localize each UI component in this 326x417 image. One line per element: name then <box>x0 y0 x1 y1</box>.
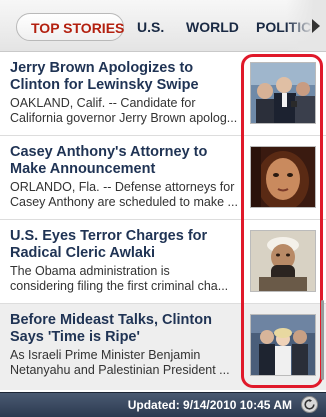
story-summary: ORLANDO, Fla. -- Defense attorneys for C… <box>10 180 238 209</box>
tab-overflow-fade <box>286 0 326 51</box>
story-list-item[interactable]: Casey Anthony's Attorney to Make Announc… <box>0 136 326 220</box>
last-updated-text: Updated: 9/14/2010 10:45 AM <box>127 398 292 412</box>
refresh-icon[interactable] <box>301 396 318 413</box>
story-summary: OAKLAND, Calif. -- Candidate for Califor… <box>10 96 238 125</box>
section-tab-bar: TOP STORIES U.S. WORLD POLITICS <box>0 0 326 52</box>
tab-us[interactable]: U.S. <box>137 13 164 41</box>
story-headline: Casey Anthony's Attorney to Make Announc… <box>10 144 208 177</box>
story-summary: As Israeli Prime Minister Benjamin Netan… <box>10 348 230 377</box>
story-list-item[interactable]: Jerry Brown Apologizes to Clinton for Le… <box>0 52 326 136</box>
story-thumbnail-image[interactable] <box>250 146 316 208</box>
story-headline: Jerry Brown Apologizes to Clinton for Le… <box>10 60 199 93</box>
story-thumbnail-image[interactable] <box>250 230 316 292</box>
status-footer: Updated: 9/14/2010 10:45 AM <box>0 392 326 417</box>
tab-top-stories[interactable]: TOP STORIES <box>16 13 124 41</box>
story-list-item[interactable]: U.S. Eyes Terror Charges for Radical Cle… <box>0 220 326 304</box>
tab-world[interactable]: WORLD <box>186 13 239 41</box>
story-list-item-selected[interactable]: Before Mideast Talks, Clinton Says 'Time… <box>0 304 326 390</box>
story-thumbnail-image[interactable] <box>250 314 316 376</box>
scroll-right-arrow-icon[interactable] <box>312 19 320 33</box>
list-scroll-indicator[interactable] <box>321 300 324 380</box>
story-headline: U.S. Eyes Terror Charges for Radical Cle… <box>10 228 208 261</box>
story-headline: Before Mideast Talks, Clinton Says 'Time… <box>10 312 212 345</box>
story-thumbnail-image[interactable] <box>250 62 316 124</box>
story-summary: The Obama administration is considering … <box>10 264 229 293</box>
